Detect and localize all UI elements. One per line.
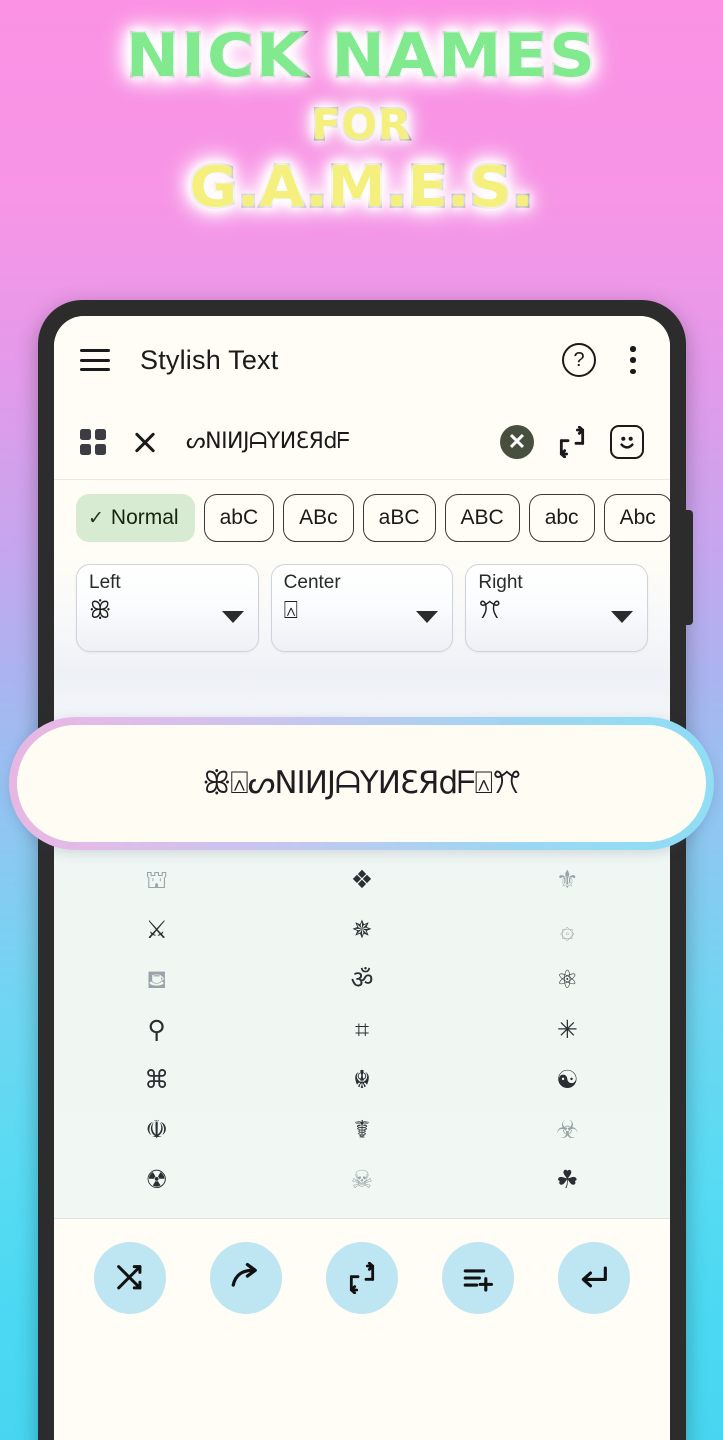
symbol-radioactive[interactable]: ☢ (54, 1154, 259, 1204)
symbol-dotted-divider[interactable]: ⌗ (259, 1004, 464, 1054)
preview-result-text: ꕥ⍓ᔕNIИЈᗩYИƐЯdᖴ⍓ꔫ (202, 765, 521, 801)
decoration-dropdown-row: Left ꕥ Center ⍓ Right ꔫ (54, 552, 670, 672)
chevron-down-icon (416, 611, 439, 623)
chip-abc-6[interactable]: Abc (603, 494, 670, 542)
repeat-icon (349, 1262, 375, 1294)
repeat-button[interactable] (326, 1242, 398, 1314)
symbol-yin-yang[interactable]: ☯ (465, 1054, 670, 1104)
symbol-grid: ⍓☩⚕⛫❖⚜⚔✵۞⛾ॐ⚛⚲⌗✳⌘☬☯☫☤☣☢☠☘ (54, 788, 670, 1219)
symbol-biohazard[interactable]: ☣ (465, 1104, 670, 1154)
symbol-farsi[interactable]: ☫ (54, 1104, 259, 1154)
chip-abc-2[interactable]: ABc (283, 494, 354, 542)
dropdown-right[interactable]: Right ꔫ (465, 564, 649, 652)
phone-power-button (684, 510, 693, 625)
symbol-sword-cross[interactable]: ⚔ (54, 904, 259, 954)
add-to-list-icon (463, 1269, 494, 1292)
symbol-floral-ornament[interactable]: ⚜ (465, 854, 670, 904)
app-bar: Stylish Text ? (54, 316, 670, 404)
symbol-asterisk-star[interactable]: ✳ (465, 1004, 670, 1054)
symbol-bell-shape[interactable]: ⛾ (54, 954, 259, 1004)
emoji-face-icon[interactable] (610, 424, 644, 459)
enter-return-icon (581, 1266, 607, 1288)
chip-abc-4[interactable]: ABC (444, 494, 520, 542)
dropdown-right-label: Right (478, 572, 523, 593)
dropdown-left[interactable]: Left ꕥ (76, 564, 259, 652)
hero-title-line3: G.A.M.E.S. (188, 155, 536, 220)
preview-result-container[interactable]: ꕥ⍓ᔕNIИЈᗩYИƐЯdᖴ⍓ꔫ (9, 717, 714, 850)
chevron-down-icon (221, 611, 244, 623)
enter-button[interactable] (558, 1242, 630, 1314)
chevron-down-icon (611, 611, 634, 623)
symbol-command[interactable]: ⌘ (54, 1054, 259, 1104)
add-line-button[interactable] (442, 1242, 514, 1314)
dropdown-center[interactable]: Center ⍓ (270, 564, 454, 652)
check-icon: ✓ (88, 507, 104, 529)
symbol-caduceus[interactable]: ☤ (259, 1104, 464, 1154)
symbol-atom[interactable]: ⚛ (465, 954, 670, 1004)
share-arrow-icon (231, 1262, 257, 1287)
grid-apps-icon[interactable] (80, 428, 106, 455)
dropdown-left-label: Left (89, 572, 121, 593)
symbol-om[interactable]: ॐ (259, 954, 464, 1004)
symbol-diamond-ornament[interactable]: ❖ (259, 854, 464, 904)
page-title: Stylish Text (140, 344, 279, 375)
more-vertical-icon[interactable] (622, 346, 644, 374)
symbol-eight-point-star[interactable]: ✵ (259, 904, 464, 954)
hamburger-icon[interactable] (80, 349, 110, 371)
clear-circle-icon[interactable]: ✕ (500, 424, 534, 459)
share-button[interactable] (210, 1242, 282, 1314)
chip-abc-1[interactable]: abC (203, 494, 275, 542)
symbol-khanda[interactable]: ☬ (259, 1054, 464, 1104)
preview-result[interactable]: ꕥ⍓ᔕNIИЈᗩYИƐЯdᖴ⍓ꔫ (17, 725, 706, 842)
swap-repeat-icon[interactable] (556, 425, 588, 458)
chip-label: Normal (110, 506, 179, 529)
hero-title-line1: NICK NAMES (124, 21, 598, 91)
input-toolbar: ᔕNIИЈᗩYИƐЯdᖴ ✕ (54, 404, 670, 480)
help-circle-icon[interactable]: ? (562, 343, 596, 377)
shuffle-button[interactable] (94, 1242, 166, 1314)
phone-frame: Stylish Text ? ᔕNIИЈᗩYИƐЯdᖴ ✕ ✓ Normal a… (38, 300, 693, 1440)
symbol-shamrock[interactable]: ☘ (465, 1154, 670, 1204)
chip-abc-5[interactable]: abc (528, 494, 595, 542)
symbol-rub-el-hizb[interactable]: ۞ (465, 904, 670, 954)
chip-normal[interactable]: ✓ Normal (76, 494, 195, 542)
hero-banner: NICK NAMES FOR G.A.M.E.S. (0, 0, 723, 290)
symbol-monument[interactable]: ⛫ (54, 854, 259, 904)
close-icon[interactable] (132, 429, 158, 455)
symbol-skull-crossbones[interactable]: ☠ (259, 1154, 464, 1204)
dropdown-center-label: Center (283, 572, 341, 593)
hero-title-line2: FOR (310, 100, 412, 149)
symbol-neuter[interactable]: ⚲ (54, 1004, 259, 1054)
style-chip-row: ✓ Normal abC ABc aBC ABC abc Abc ⌘ (54, 480, 670, 552)
bottom-action-bar (54, 1219, 670, 1337)
search-input[interactable]: ᔕNIИЈᗩYИƐЯdᖴ (186, 429, 500, 454)
shuffle-icon (117, 1265, 142, 1290)
phone-screen: Stylish Text ? ᔕNIИЈᗩYИƐЯdᖴ ✕ ✓ Normal a… (54, 316, 670, 1440)
chip-abc-3[interactable]: aBC (362, 494, 436, 542)
